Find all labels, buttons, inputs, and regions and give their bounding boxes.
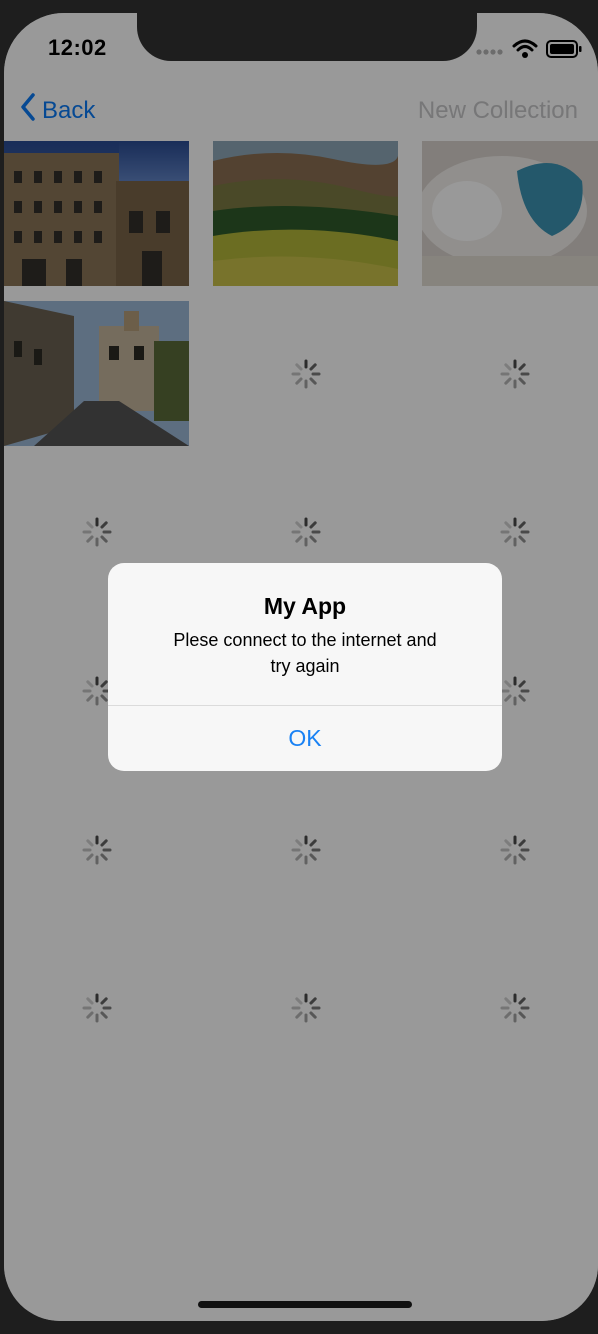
alert-message: Plese connect to the internet and try ag… xyxy=(148,627,462,679)
device-notch xyxy=(137,13,477,61)
home-indicator[interactable] xyxy=(198,1301,412,1308)
alert-title: My App xyxy=(263,593,347,619)
app-screen: 12:02 Back New Collection My App Plese c… xyxy=(4,13,598,1321)
alert-message-line: try again xyxy=(270,656,340,676)
alert-dialog: My App Plese connect to the internet and… xyxy=(108,563,502,771)
ok-button[interactable]: OK xyxy=(108,706,502,771)
alert-message-line: Plese connect to the internet and xyxy=(173,630,437,650)
device-frame: 12:02 Back New Collection My App Plese c… xyxy=(0,0,598,1334)
